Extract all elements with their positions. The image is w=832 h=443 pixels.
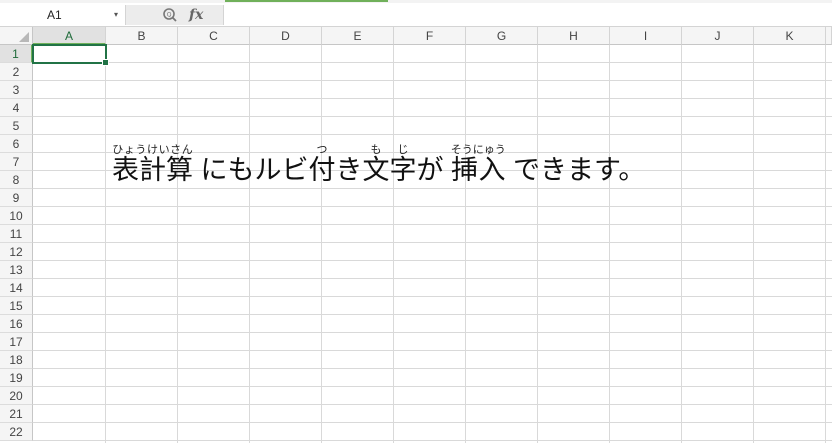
row-gridline xyxy=(33,332,832,333)
text-segment: き xyxy=(335,155,363,185)
column-gridline xyxy=(609,45,610,443)
ruby-hyoukeisan: 表計算ひょうけいさん xyxy=(112,144,193,185)
column-header-b[interactable]: B xyxy=(106,27,178,45)
formula-tools: Q fx xyxy=(126,5,224,25)
name-box[interactable]: A1 ▾ xyxy=(0,5,126,25)
fill-handle[interactable] xyxy=(102,59,109,66)
column-gridline xyxy=(753,45,754,443)
row-header-12[interactable]: 12 xyxy=(0,243,33,261)
column-gridline xyxy=(681,45,682,443)
text-segment: にもルビ xyxy=(193,155,309,185)
row-header-8[interactable]: 8 xyxy=(0,171,33,189)
column-gridline xyxy=(321,45,322,443)
column-gridline xyxy=(465,45,466,443)
column-gridline xyxy=(105,45,106,443)
column-header-j[interactable]: J xyxy=(682,27,754,45)
row-gridline xyxy=(33,242,832,243)
row-header-2[interactable]: 2 xyxy=(0,63,33,81)
row-gridline xyxy=(33,206,832,207)
row-gridline xyxy=(33,296,832,297)
row-gridline xyxy=(33,116,832,117)
row-header-7[interactable]: 7 xyxy=(0,153,33,171)
column-header-d[interactable]: D xyxy=(250,27,322,45)
row-gridline xyxy=(33,350,832,351)
row-gridline xyxy=(33,260,832,261)
formula-input[interactable] xyxy=(225,5,832,25)
row-gridline xyxy=(33,386,832,387)
ruby-sounyuu: 挿入そうにゅう xyxy=(450,144,506,185)
ruby-annotation: もじ xyxy=(362,144,417,156)
column-header-g[interactable]: G xyxy=(466,27,538,45)
column-gridline xyxy=(537,45,538,443)
row-gridline xyxy=(33,314,832,315)
row-header-4[interactable]: 4 xyxy=(0,99,33,117)
ruby-base: 付 xyxy=(308,155,336,185)
column-gridline xyxy=(393,45,394,443)
ruby-base: 表計算 xyxy=(112,155,193,185)
ruby-base: 挿入 xyxy=(450,155,506,185)
ruby-base: 文字 xyxy=(362,155,417,185)
row-gridline xyxy=(33,404,832,405)
row-header-11[interactable]: 11 xyxy=(0,225,33,243)
row-header-9[interactable]: 9 xyxy=(0,189,33,207)
row-header-1[interactable]: 1 xyxy=(0,45,33,63)
text-segment: が xyxy=(416,155,452,185)
row-gridline xyxy=(33,80,832,81)
row-header-3[interactable]: 3 xyxy=(0,81,33,99)
function-icon[interactable]: fx xyxy=(189,5,203,25)
row-header-14[interactable]: 14 xyxy=(0,279,33,297)
row-gridline xyxy=(33,62,832,63)
row-header-5[interactable]: 5 xyxy=(0,117,33,135)
column-header-c[interactable]: C xyxy=(178,27,250,45)
row-gridline xyxy=(33,98,832,99)
ruby-annotation: そうにゅう xyxy=(450,144,506,156)
column-gridline xyxy=(177,45,178,443)
row-header-15[interactable]: 15 xyxy=(0,297,33,315)
row-gridline xyxy=(33,368,832,369)
svg-text:Q: Q xyxy=(167,11,172,18)
name-box-value: A1 xyxy=(47,8,62,22)
column-header-i[interactable]: I xyxy=(610,27,682,45)
column-header-f[interactable]: F xyxy=(394,27,466,45)
row-header-20[interactable]: 20 xyxy=(0,387,33,405)
ruby-annotation: ひょうけいさん xyxy=(112,144,193,156)
column-header-a[interactable]: A xyxy=(33,27,106,45)
row-header-13[interactable]: 13 xyxy=(0,261,33,279)
ruby-moji: 文字もじ xyxy=(362,144,417,185)
select-all-triangle-icon xyxy=(19,32,29,42)
row-header-17[interactable]: 17 xyxy=(0,333,33,351)
row-header-16[interactable]: 16 xyxy=(0,315,33,333)
chevron-down-icon[interactable]: ▾ xyxy=(114,5,118,25)
column-header-h[interactable]: H xyxy=(538,27,610,45)
column-gridline xyxy=(825,45,826,443)
column-header-e[interactable]: E xyxy=(322,27,394,45)
formula-bar: A1 ▾ Q fx xyxy=(0,3,832,27)
active-cell-a1[interactable] xyxy=(32,44,109,66)
select-all-corner[interactable] xyxy=(0,27,33,45)
ribbon-accent-line xyxy=(225,0,388,2)
row-header-10[interactable]: 10 xyxy=(0,207,33,225)
row-header-21[interactable]: 21 xyxy=(0,405,33,423)
row-gridline xyxy=(33,224,832,225)
row-header-18[interactable]: 18 xyxy=(0,351,33,369)
row-gridline xyxy=(33,440,832,441)
row-gridline xyxy=(33,278,832,279)
column-header-partial[interactable] xyxy=(826,27,832,45)
spreadsheet-grid: A B C D E F G H I J K 1 2 3 4 5 6 7 8 9 … xyxy=(0,27,832,443)
ruby-tsu: 付つ xyxy=(308,144,336,185)
row-header-6[interactable]: 6 xyxy=(0,135,33,153)
column-gridline xyxy=(249,45,250,443)
column-header-k[interactable]: K xyxy=(754,27,826,45)
row-gridline xyxy=(33,134,832,135)
text-segment: できます。 xyxy=(505,155,646,185)
row-header-19[interactable]: 19 xyxy=(0,369,33,387)
row-gridline xyxy=(33,422,832,423)
ruby-annotation: つ xyxy=(308,144,336,156)
zoom-icon[interactable]: Q xyxy=(162,7,178,23)
cell-ruby-text[interactable]: 表計算ひょうけいさん にもルビ付つき文字もじが 挿入そうにゅう できます。 xyxy=(112,140,645,200)
row-header-22[interactable]: 22 xyxy=(0,423,33,441)
